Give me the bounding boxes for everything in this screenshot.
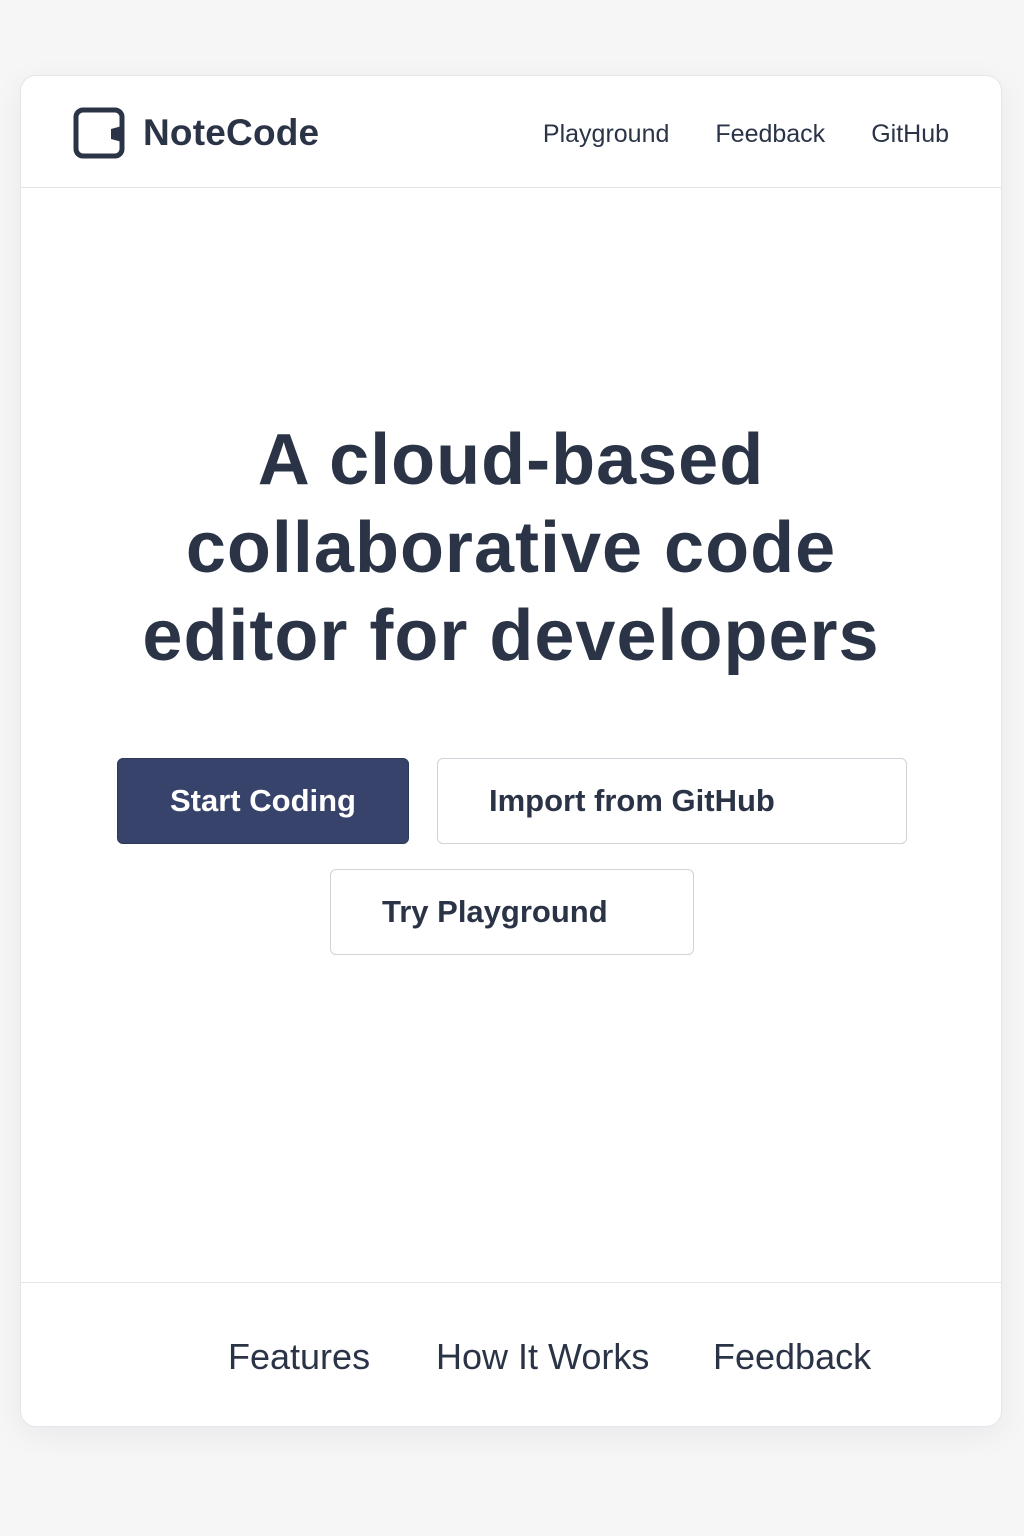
footer-link-feedback[interactable]: Feedback — [713, 1335, 871, 1379]
main-card: NoteCode Playground Feedback GitHub A cl… — [20, 75, 1002, 1427]
footer: Features How It Works Feedback — [21, 1282, 1001, 1426]
start-coding-button[interactable]: Start Coding — [117, 758, 409, 844]
hero-title-line-3: editor for developers — [142, 596, 880, 676]
footer-link-features[interactable]: Features — [228, 1335, 370, 1379]
hero-title: A cloud-based collaborative code editor … — [21, 416, 1001, 680]
top-nav: Playground Feedback GitHub — [543, 114, 949, 154]
try-playground-button[interactable]: Try Playground — [330, 869, 694, 955]
code-window-icon — [73, 107, 125, 159]
nav-link-feedback[interactable]: Feedback — [715, 120, 825, 149]
footer-link-how-it-works[interactable]: How It Works — [436, 1335, 649, 1379]
nav-link-playground[interactable]: Playground — [543, 120, 669, 149]
hero-title-line-1: A cloud-based — [257, 420, 765, 500]
nav-link-github[interactable]: GitHub — [871, 120, 949, 149]
hero-title-line-2: collaborative code — [185, 508, 837, 588]
import-from-github-button[interactable]: Import from GitHub — [437, 758, 907, 844]
brand-link[interactable]: NoteCode — [73, 107, 319, 159]
top-header: NoteCode Playground Feedback GitHub — [21, 76, 1001, 188]
brand-name: NoteCode — [143, 112, 320, 153]
